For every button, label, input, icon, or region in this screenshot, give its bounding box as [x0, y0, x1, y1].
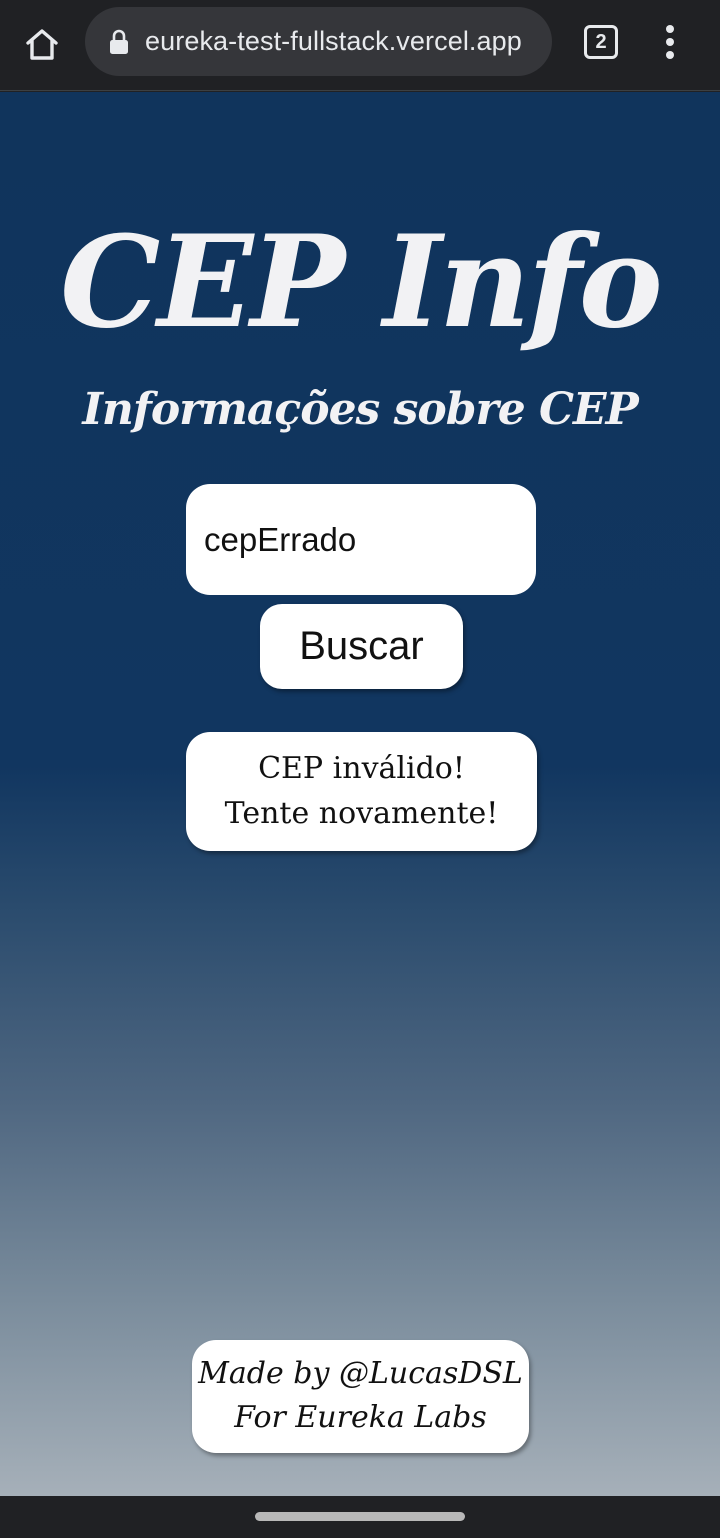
page-title: CEP Info [60, 208, 663, 356]
home-icon [26, 29, 58, 60]
error-line-1: CEP inválido! [258, 751, 465, 786]
footer-credits: Made by @LucasDSL For Eureka Labs [192, 1340, 529, 1453]
browser-toolbar: eureka-test-fullstack.vercel.app 2 [0, 0, 720, 91]
error-message: CEP inválido! Tente novamente! [186, 732, 537, 851]
tabs-icon: 2 [595, 31, 607, 53]
cep-input[interactable] [186, 484, 536, 595]
error-line-2: Tente novamente! [224, 796, 499, 831]
page-content: CEP Info Informações sobre CEP Buscar CE… [0, 92, 720, 1496]
system-navigation-bar [0, 1496, 720, 1538]
more-vert-icon [666, 25, 674, 33]
footer-line-2: For Eureka Labs [234, 1400, 487, 1435]
search-button[interactable]: Buscar [260, 604, 463, 689]
home-button[interactable] [18, 20, 66, 68]
address-bar[interactable]: eureka-test-fullstack.vercel.app [85, 7, 552, 76]
page-subtitle: Informações sobre CEP [82, 384, 638, 435]
lock-icon [110, 29, 128, 54]
footer-line-1: Made by @LucasDSL [198, 1356, 523, 1391]
gesture-handle[interactable] [255, 1512, 465, 1521]
url-text: eureka-test-fullstack.vercel.app [145, 26, 522, 56]
browser-menu-button[interactable] [650, 20, 690, 64]
tab-switcher-button[interactable]: 2 [584, 25, 618, 59]
